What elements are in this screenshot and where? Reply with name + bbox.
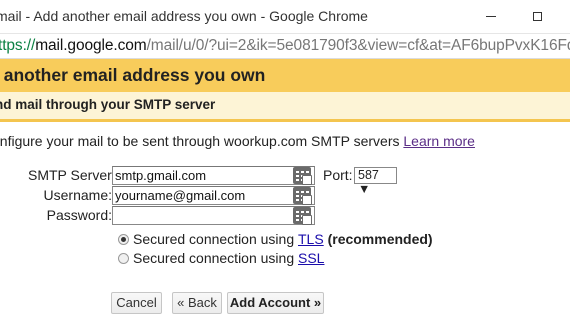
password-manager-icon[interactable] <box>293 187 312 205</box>
dialog-header: l another email address you own <box>0 59 570 92</box>
port-select[interactable]: 587 ▼ <box>354 167 397 196</box>
url-text[interactable]: ttps://mail.google.com/mail/u/0/?ui=2&ik… <box>0 37 570 55</box>
url-path: /mail/u/0/?ui=2&ik=5e081790f3&view=cf&at… <box>146 37 570 54</box>
tls-link[interactable]: TLS <box>298 231 324 247</box>
window-title: mail - Add another email address you own… <box>0 8 368 24</box>
url-scheme: ttps:// <box>0 37 36 54</box>
ssl-link[interactable]: SSL <box>298 250 324 266</box>
maximize-icon[interactable] <box>522 4 552 28</box>
intro-text: onfigure your mail to be sent through wo… <box>0 133 475 149</box>
cancel-button[interactable]: Cancel <box>111 292 162 314</box>
smtp-server-input[interactable]: smtp.gmail.com <box>112 166 315 185</box>
ssl-option[interactable]: Secured connection using SSL <box>118 250 324 266</box>
dialog-subheader: nd mail through your SMTP server <box>0 92 570 122</box>
username-input[interactable]: yourname@gmail.com <box>112 186 315 205</box>
tls-label: Secured connection using <box>133 231 298 247</box>
password-input[interactable] <box>112 206 315 225</box>
back-button[interactable]: « Back <box>172 292 222 314</box>
username-label: Username: <box>43 187 112 203</box>
browser-title-bar: mail - Add another email address you own… <box>0 0 570 34</box>
learn-more-link[interactable]: Learn more <box>403 133 475 149</box>
dialog-step-title: nd mail through your SMTP server <box>0 97 216 112</box>
url-host: mail.google.com <box>35 37 147 54</box>
minimize-icon[interactable] <box>476 4 506 28</box>
password-label: Password: <box>46 207 112 223</box>
add-account-button[interactable]: Add Account » <box>227 292 324 314</box>
smtp-server-label: SMTP Server: <box>28 167 116 183</box>
password-manager-icon[interactable] <box>293 167 312 185</box>
ssl-label: Secured connection using <box>133 250 298 266</box>
tls-option[interactable]: Secured connection using TLS (recommende… <box>118 231 433 247</box>
intro-label: onfigure your mail to be sent through wo… <box>0 133 404 149</box>
dialog-title: l another email address you own <box>0 65 266 85</box>
tls-radio[interactable] <box>118 233 129 245</box>
tls-recommended: (recommended) <box>323 231 433 247</box>
ssl-radio[interactable] <box>118 252 129 264</box>
password-manager-icon[interactable] <box>293 207 312 225</box>
address-bar[interactable]: ttps://mail.google.com/mail/u/0/?ui=2&ik… <box>0 34 570 59</box>
port-value: 587 ▼ <box>358 168 379 196</box>
port-label: Port: <box>323 167 353 183</box>
